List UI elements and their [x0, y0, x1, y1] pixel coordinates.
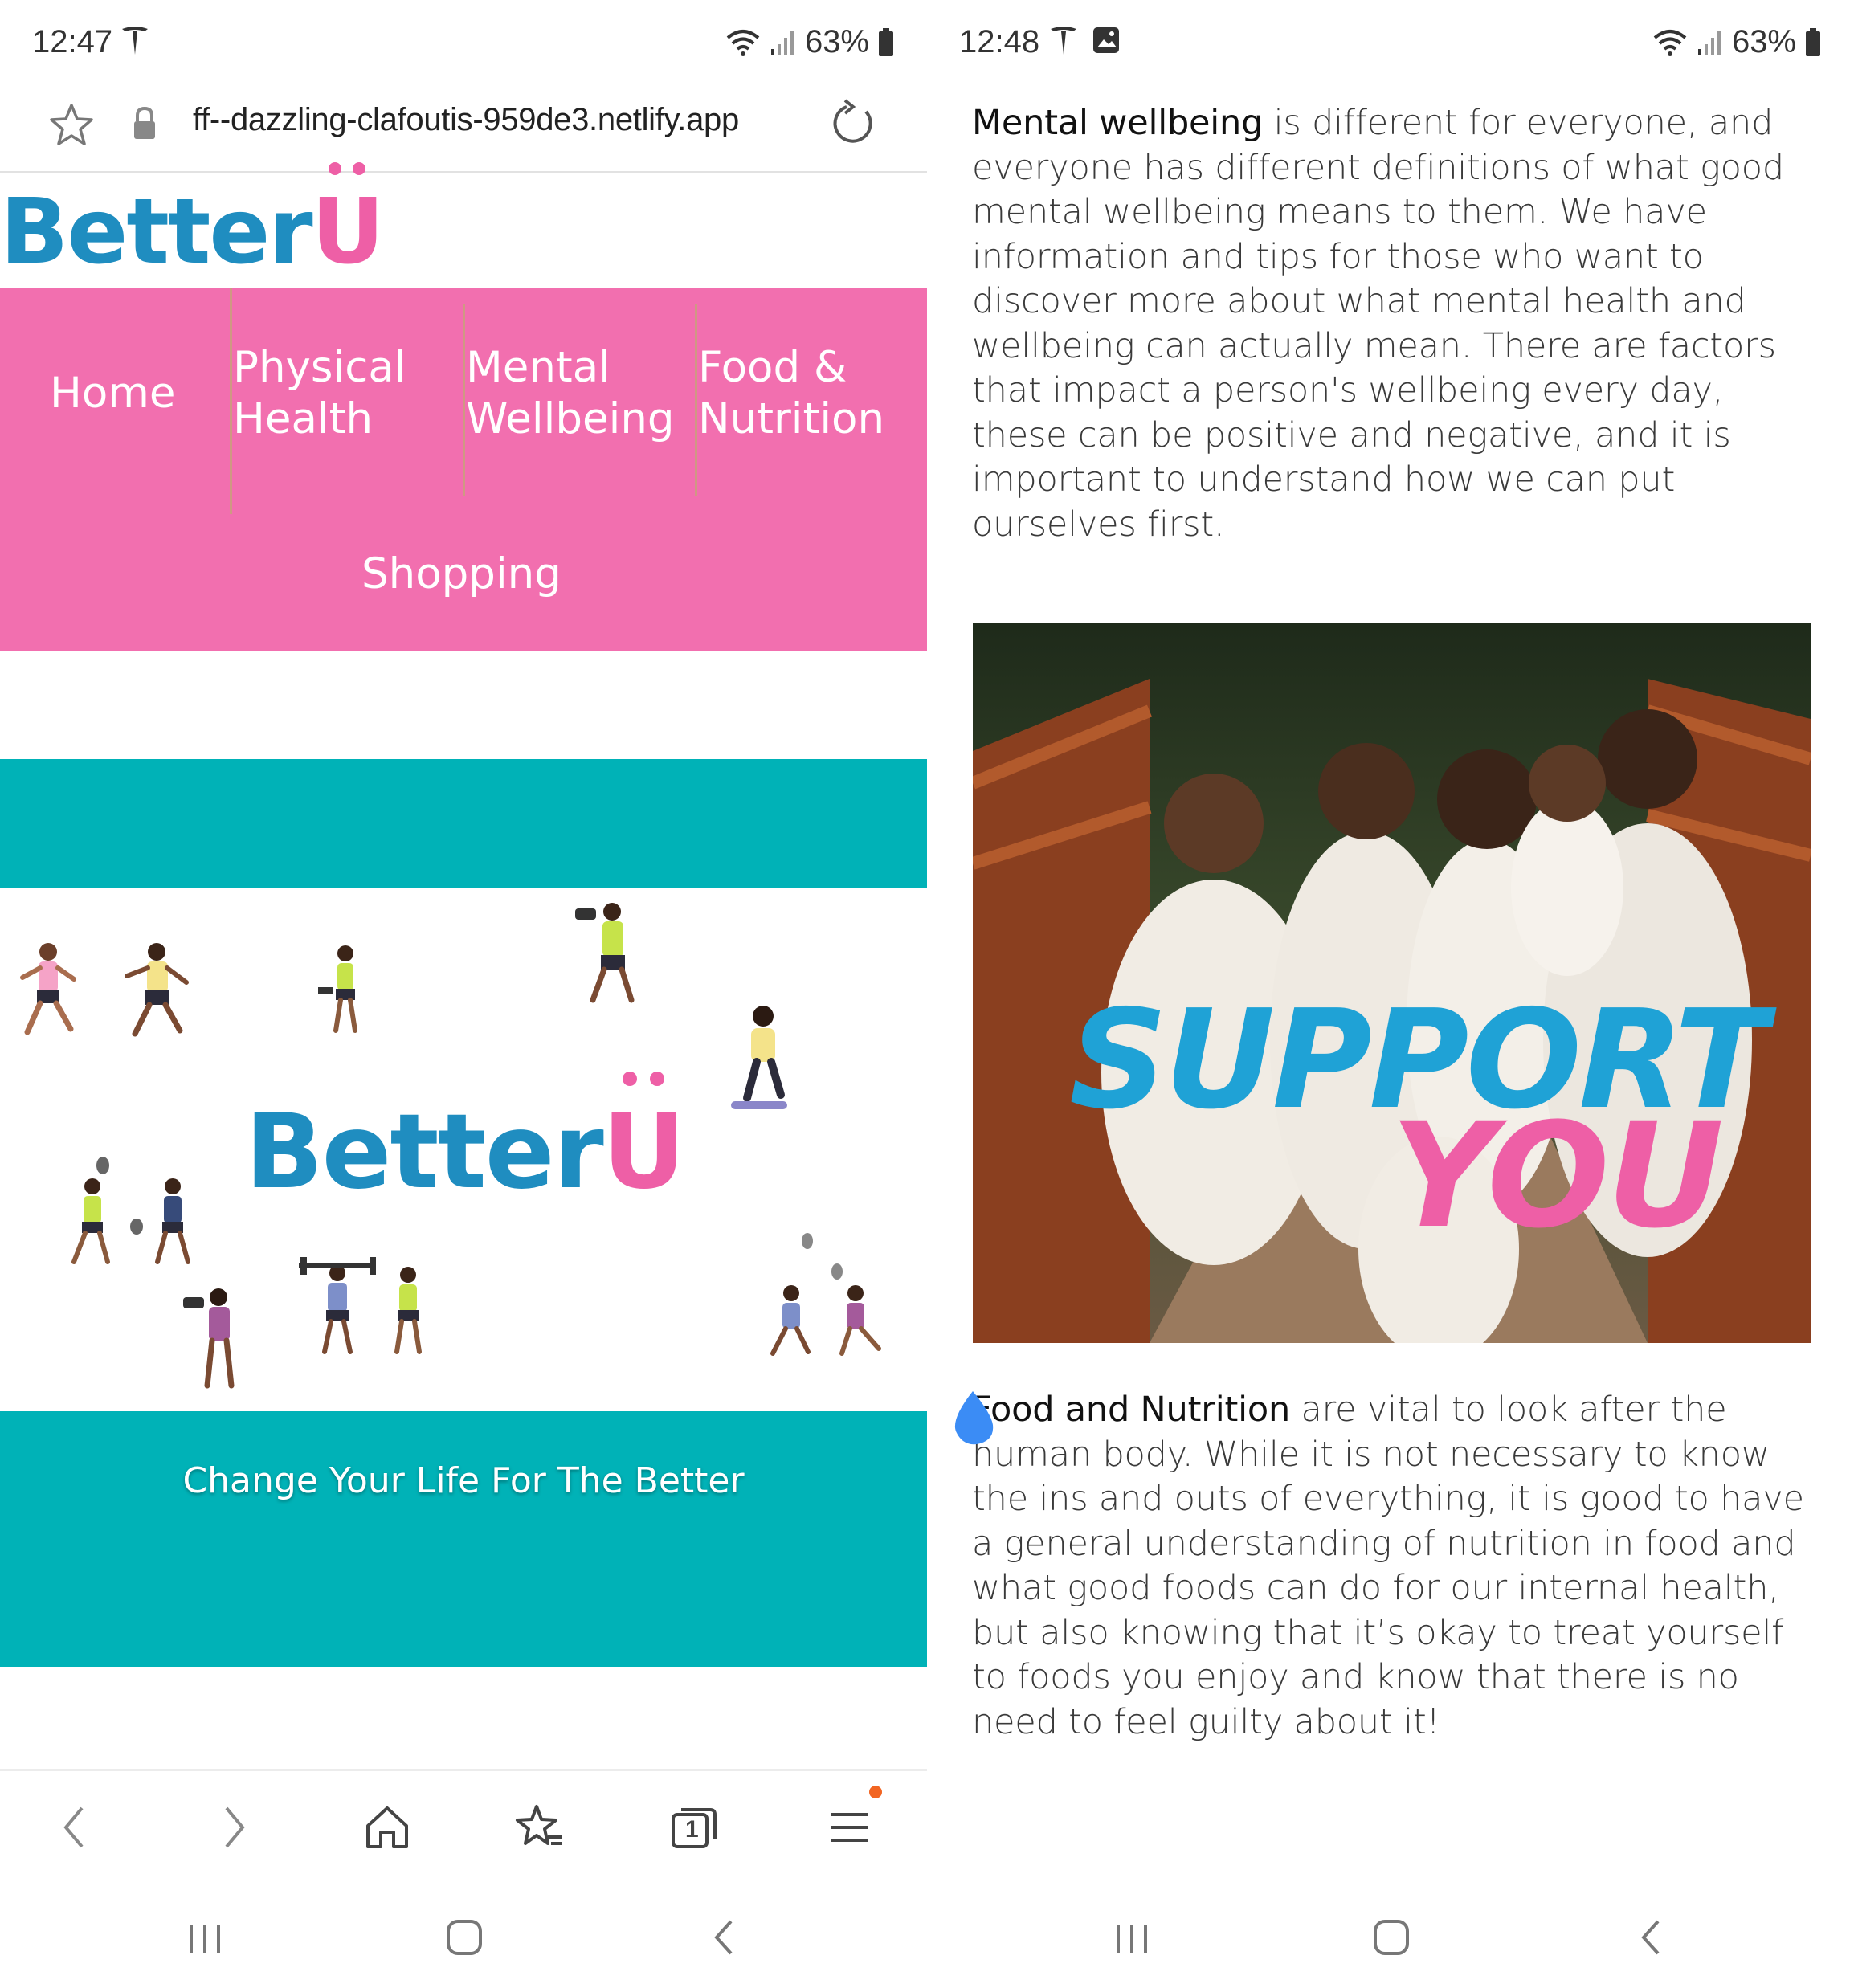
tesla-icon — [1051, 27, 1076, 55]
racket-figure-2 — [130, 1178, 190, 1264]
racket-figure-1 — [71, 1157, 110, 1264]
food-nutrition-body: are vital to look after the human body. … — [972, 1390, 1804, 1742]
runner-figure-1 — [20, 943, 76, 1035]
status-bar: 12:48 63% — [927, 0, 1854, 84]
browser-toolbar: 1 — [0, 1769, 927, 1900]
bookmarks-icon[interactable] — [514, 1802, 566, 1853]
logo-text: Better — [0, 180, 313, 284]
tagline: Change Your Life For The Better — [182, 1460, 745, 1501]
racket-figure-4 — [831, 1263, 881, 1356]
food-nutrition-paragraph: Food and Nutrition are vital to look aft… — [972, 1388, 1823, 1745]
nav-home[interactable]: Home — [50, 368, 176, 419]
text-cursor-handle-icon[interactable] — [948, 1390, 998, 1447]
home-button-icon[interactable] — [1367, 1913, 1415, 1961]
skater-figure — [731, 1006, 787, 1109]
gallery-icon — [1093, 27, 1119, 53]
nav-divider — [695, 304, 697, 496]
system-nav-bar — [927, 1897, 1854, 1988]
nav-divider — [230, 288, 232, 514]
nav-physical-health[interactable]: Physical Health — [233, 342, 406, 445]
tab-count: 1 — [685, 1816, 699, 1843]
wifi-icon — [1653, 29, 1687, 56]
recent-apps-icon[interactable] — [1112, 1913, 1152, 1961]
tesla-icon — [122, 27, 148, 55]
system-back-icon[interactable] — [1634, 1913, 1666, 1961]
weights-figure-2 — [394, 1267, 422, 1354]
mental-wellbeing-body: is different for everyone, and everyone … — [972, 103, 1784, 545]
hero-logo: Better U — [245, 1072, 686, 1213]
recent-apps-icon[interactable] — [185, 1913, 225, 1961]
back-icon[interactable] — [58, 1802, 90, 1853]
reload-icon[interactable] — [829, 97, 877, 149]
system-nav-bar — [0, 1897, 927, 1988]
nav-food-nutrition[interactable]: Food & Nutrition — [698, 342, 884, 445]
wifi-icon — [726, 29, 760, 56]
battery-icon — [1806, 27, 1820, 56]
status-right-icons: 63% — [1652, 24, 1822, 60]
address-bar[interactable]: ff--dazzling-clafoutis-959de3.netlify.ap… — [0, 84, 927, 173]
nav-mental-wellbeing[interactable]: Mental Wellbeing — [466, 342, 675, 445]
right-screenshot: 12:48 63% Mental wellbeing is different … — [927, 0, 1854, 1988]
url-text[interactable]: ff--dazzling-clafoutis-959de3.netlify.ap… — [193, 102, 739, 138]
runner-figure-2 — [125, 943, 189, 1037]
status-time: 12:47 — [32, 24, 113, 59]
mental-wellbeing-lead: Mental wellbeing — [972, 103, 1264, 143]
status-bar: 12:47 63% — [0, 0, 927, 84]
hero-graphic: Better U — [0, 888, 927, 1411]
signal-icon — [770, 31, 794, 55]
signal-icon — [1697, 31, 1721, 55]
status-right-icons: 63% — [725, 24, 895, 60]
you-word: YOU — [1390, 1092, 1724, 1260]
nav-divider — [463, 304, 465, 496]
main-nav: Home Physical Health Mental Wellbeing Fo… — [0, 288, 927, 651]
home-icon[interactable] — [363, 1802, 411, 1853]
weights-figure-1 — [299, 1257, 376, 1354]
umlaut-dots — [622, 1072, 664, 1086]
status-time: 12:48 — [959, 24, 1040, 59]
left-screenshot: 12:47 63% ff--dazzling-clafoutis-959de3.… — [0, 0, 927, 1988]
site-logo[interactable]: Better U — [0, 162, 927, 289]
racket-figure-3 — [770, 1233, 813, 1356]
nav-shopping[interactable]: Shopping — [361, 549, 562, 600]
battery-percent: 63% — [1731, 24, 1796, 59]
mental-wellbeing-paragraph: Mental wellbeing is different for everyo… — [972, 101, 1823, 547]
teal-banner — [0, 759, 927, 888]
system-back-icon[interactable] — [707, 1913, 739, 1961]
dumbbell-figure-2 — [575, 903, 635, 1003]
forward-icon[interactable] — [218, 1802, 251, 1853]
lock-icon — [134, 106, 155, 139]
status-left-icons — [1049, 24, 1121, 56]
battery-icon — [879, 27, 893, 56]
dumbbell-figure-3 — [183, 1288, 235, 1389]
tagline-banner — [0, 1411, 927, 1667]
umlaut-dots — [329, 162, 366, 175]
dumbbell-figure-1 — [318, 945, 357, 1033]
home-button-icon[interactable] — [440, 1913, 488, 1961]
menu-icon[interactable] — [827, 1802, 871, 1853]
battery-percent: 63% — [804, 24, 869, 59]
support-you-photo: SUPPORT YOU — [973, 623, 1811, 1343]
bookmark-star-icon[interactable] — [48, 102, 95, 149]
status-left-icons — [120, 24, 149, 56]
food-nutrition-lead: Food and Nutrition — [972, 1390, 1291, 1430]
logo-accent: U — [311, 180, 385, 284]
notification-dot — [869, 1786, 882, 1798]
